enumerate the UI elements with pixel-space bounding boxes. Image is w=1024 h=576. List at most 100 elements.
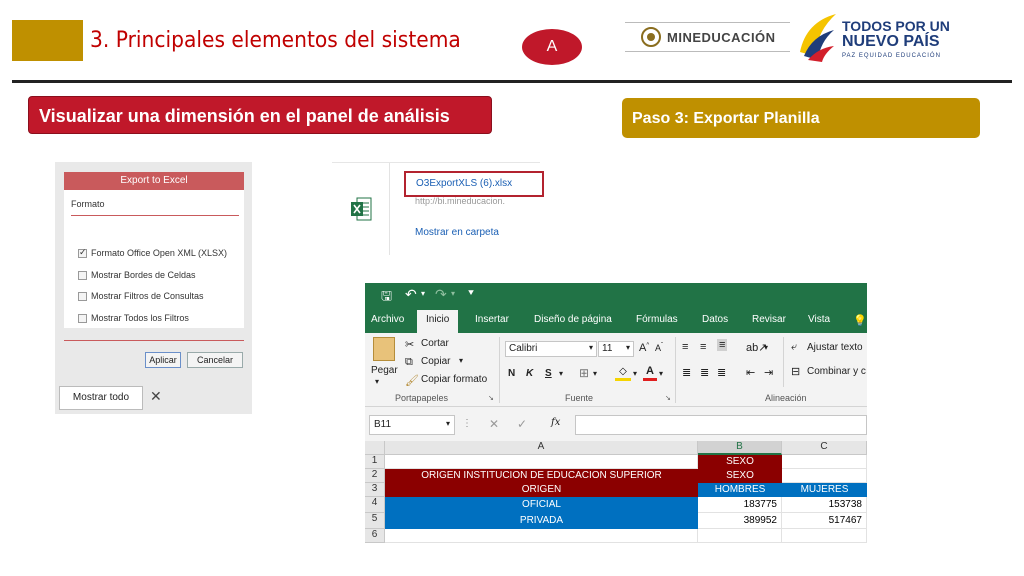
fill-color-icon[interactable]: ◇ (615, 366, 631, 381)
font-size-box[interactable]: 11 ▾ (598, 341, 634, 357)
redo-dropdown-icon[interactable]: ▾ (451, 289, 455, 298)
wrap-text-icon[interactable]: ⤶ (791, 341, 797, 354)
cell-c6[interactable] (782, 529, 867, 543)
dialog-launcher-icon[interactable]: ↘ (665, 394, 671, 402)
cell-c1[interactable] (782, 455, 867, 469)
bold-button[interactable]: N (508, 368, 515, 379)
tab-datos[interactable]: Datos (702, 314, 728, 325)
cell-b6[interactable] (698, 529, 782, 543)
cell-c4[interactable]: 153738 (782, 497, 867, 513)
confirm-entry-icon[interactable]: ✓ (517, 417, 527, 431)
font-color-icon[interactable]: A (643, 365, 657, 381)
row-header-2[interactable]: 2 (365, 469, 385, 483)
orientation-dropdown-icon[interactable]: ▾ (764, 343, 768, 352)
tab-revisar[interactable]: Revisar (752, 314, 786, 325)
checkbox-icon[interactable] (78, 291, 87, 301)
align-right-icon[interactable]: ≣ (717, 366, 726, 379)
row-header-3[interactable]: 3 (365, 483, 385, 497)
more-options-icon[interactable]: ⋮ (462, 418, 472, 429)
align-bottom-icon[interactable]: ≡ (717, 339, 728, 351)
option-xlsx[interactable]: Formato Office Open XML (XLSX) (78, 247, 227, 258)
checkbox-icon[interactable] (78, 313, 87, 323)
chevron-down-icon[interactable]: ▾ (446, 419, 450, 428)
cell-c5[interactable]: 517467 (782, 513, 867, 529)
italic-button[interactable]: K (526, 368, 533, 379)
column-header-a[interactable]: A (385, 441, 698, 455)
merge-center-button[interactable]: Combinar y c (807, 366, 866, 377)
lightbulb-icon[interactable]: 💡 (853, 314, 867, 327)
tab-vista[interactable]: Vista (808, 314, 830, 325)
paste-dropdown-icon[interactable]: ▾ (375, 377, 379, 386)
grow-font-icon[interactable]: A^ (639, 342, 649, 354)
copy-dropdown-icon[interactable]: ▾ (459, 356, 463, 365)
checkbox-icon[interactable] (78, 270, 87, 280)
paste-icon[interactable] (373, 337, 395, 361)
format-painter-button[interactable]: Copiar formato (421, 374, 487, 385)
borders-icon[interactable]: ⊞ (579, 366, 589, 380)
borders-dropdown-icon[interactable]: ▾ (593, 369, 597, 378)
option-query-filters[interactable]: Mostrar Filtros de Consultas (78, 291, 204, 301)
cancel-button[interactable]: Cancelar (187, 352, 243, 368)
name-box[interactable]: B11 ▾ (369, 415, 455, 435)
close-icon[interactable]: ✕ (150, 388, 162, 405)
wrap-text-button[interactable]: Ajustar texto (807, 342, 863, 353)
align-middle-icon[interactable]: ≡ (700, 341, 706, 353)
cell-a2[interactable]: ORIGEN INSTITUCION DE EDUCACION SUPERIOR (385, 469, 698, 483)
undo-icon[interactable]: ↶ (405, 286, 417, 303)
cell-c2[interactable] (782, 469, 867, 483)
row-header-6[interactable]: 6 (365, 529, 385, 543)
tab-diseno-pagina[interactable]: Diseño de página (534, 314, 612, 325)
tab-insertar[interactable]: Insertar (475, 314, 509, 325)
tab-archivo[interactable]: Archivo (371, 314, 404, 325)
apply-button[interactable]: Aplicar (145, 352, 181, 368)
shrink-font-icon[interactable]: Aˇ (655, 343, 663, 353)
tab-formulas[interactable]: Fórmulas (636, 314, 678, 325)
font-color-dropdown-icon[interactable]: ▾ (659, 369, 663, 378)
formula-input[interactable] (575, 415, 867, 435)
fill-dropdown-icon[interactable]: ▾ (633, 369, 637, 378)
align-center-icon[interactable]: ≣ (700, 366, 709, 379)
paste-button[interactable]: Pegar (371, 365, 398, 376)
cell-a6[interactable] (385, 529, 698, 543)
column-header-c[interactable]: C (782, 441, 867, 455)
redo-icon[interactable]: ↷ (435, 286, 447, 303)
downloaded-file-link[interactable]: O3ExportXLS (6).xlsx (404, 171, 544, 197)
underline-dropdown-icon[interactable]: ▾ (559, 369, 563, 378)
cut-button[interactable]: Cortar (421, 338, 449, 349)
dialog-launcher-icon[interactable]: ↘ (488, 394, 494, 402)
merge-icon[interactable]: ⊟ (791, 365, 800, 378)
row-header-1[interactable]: 1 (365, 455, 385, 469)
cell-a5[interactable]: PRIVADA (385, 513, 698, 529)
row-header-4[interactable]: 4 (365, 497, 385, 513)
chevron-down-icon[interactable]: ▾ (626, 343, 630, 352)
cell-b1[interactable]: SEXO (698, 455, 782, 469)
align-top-icon[interactable]: ≡ (682, 341, 688, 353)
font-name-box[interactable]: Calibri ▾ (505, 341, 597, 357)
cell-a1[interactable] (385, 455, 698, 469)
option-cell-borders[interactable]: Mostrar Bordes de Celdas (78, 270, 196, 280)
chevron-down-icon[interactable]: ▾ (589, 343, 593, 352)
decrease-indent-icon[interactable]: ⇤ (746, 366, 755, 379)
option-all-filters[interactable]: Mostrar Todos los Filtros (78, 313, 189, 323)
cell-b3[interactable]: HOMBRES (698, 483, 782, 497)
cell-c3[interactable]: MUJERES (782, 483, 867, 497)
increase-indent-icon[interactable]: ⇥ (764, 366, 773, 379)
cell-a3[interactable]: ORIGEN (385, 483, 698, 497)
insert-function-icon[interactable]: fx (551, 417, 560, 428)
customize-toolbar-icon[interactable]: ⯆ (467, 288, 475, 299)
column-header-b[interactable]: B (698, 441, 782, 455)
undo-dropdown-icon[interactable]: ▾ (421, 289, 425, 298)
format-painter-icon[interactable]: 🖌 (405, 374, 419, 387)
cancel-entry-icon[interactable]: ✕ (489, 417, 499, 431)
show-in-folder-link[interactable]: Mostrar en carpeta (415, 227, 499, 238)
cell-b5[interactable]: 389952 (698, 513, 782, 529)
checkbox-checked-icon[interactable] (78, 247, 87, 258)
select-all-corner[interactable] (365, 441, 385, 455)
align-left-icon[interactable]: ≣ (682, 366, 691, 379)
scissors-icon[interactable]: ✂ (405, 338, 414, 351)
cell-a4[interactable]: OFICIAL (385, 497, 698, 513)
cell-b4[interactable]: 183775 (698, 497, 782, 513)
copy-icon[interactable]: ⧉ (405, 356, 413, 369)
copy-button[interactable]: Copiar (421, 356, 450, 367)
underline-button[interactable]: S (545, 368, 552, 379)
